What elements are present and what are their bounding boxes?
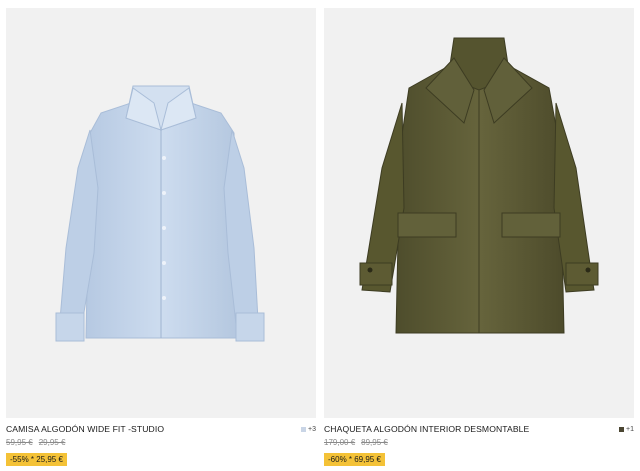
color-swatch[interactable]	[619, 426, 625, 432]
price-history: 179,00 € 89,95 €	[324, 438, 634, 449]
product-title[interactable]: CAMISA ALGODÓN WIDE FIT -STUDIO	[6, 424, 164, 434]
color-swatch[interactable]	[301, 426, 307, 432]
original-price: 59,95 €	[6, 438, 33, 447]
previous-price: 29,95 €	[38, 438, 66, 447]
product-card[interactable]: CAMISA ALGODÓN WIDE FIT -STUDIO +3 59,95…	[6, 8, 316, 467]
price-history: 59,95 € 29,95 €	[6, 438, 316, 449]
more-colors-count: +3	[308, 425, 316, 433]
color-options[interactable]: +1	[619, 426, 634, 433]
color-options[interactable]: +3	[301, 426, 316, 433]
original-price: 179,00 €	[324, 438, 356, 447]
previous-price: 89,95 €	[361, 438, 388, 447]
sale-price-badge: -60% * 69,95 €	[324, 453, 385, 466]
product-image[interactable]	[324, 8, 634, 418]
product-grid: CAMISA ALGODÓN WIDE FIT -STUDIO +3 59,95…	[0, 0, 640, 471]
product-title[interactable]: CHAQUETA ALGODÓN INTERIOR DESMONTABLE	[324, 424, 529, 434]
product-card[interactable]: CHAQUETA ALGODÓN INTERIOR DESMONTABLE +1…	[324, 8, 634, 467]
shirt-image	[55, 85, 265, 342]
product-image[interactable]	[6, 8, 316, 418]
jacket-image	[359, 37, 599, 334]
more-colors-count: +1	[626, 425, 634, 433]
sale-price-badge: -55% * 25,95 €	[6, 453, 67, 466]
